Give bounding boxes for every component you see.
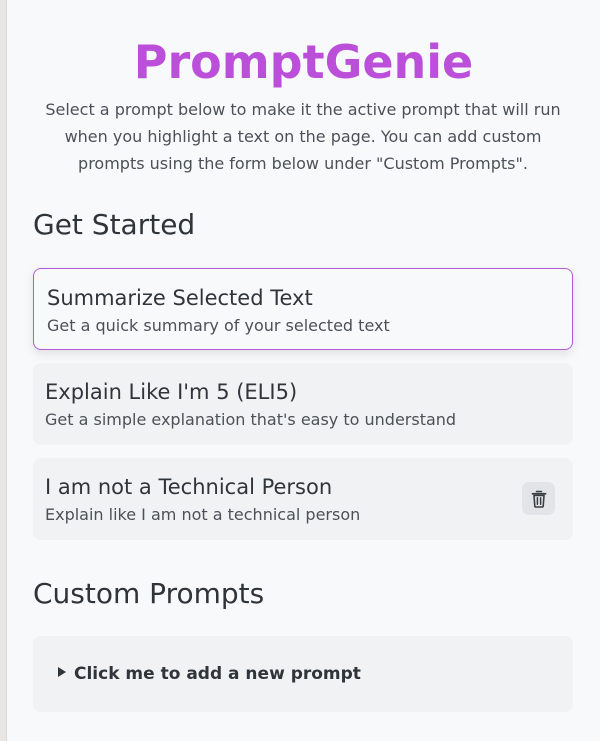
app-title: PromptGenie [133, 35, 474, 89]
prompt-card-not-technical[interactable]: I am not a Technical Person Explain like… [33, 458, 573, 540]
prompt-card-description: Get a quick summary of your selected tex… [47, 316, 390, 335]
add-prompt-label: Click me to add a new prompt [74, 664, 361, 684]
prompt-card-description: Get a simple explanation that's easy to … [45, 410, 457, 429]
prompt-card-title: I am not a Technical Person [45, 475, 333, 499]
add-prompt-toggle[interactable]: Click me to add a new prompt [33, 636, 573, 712]
promptgenie-popup: PromptGenie Select a prompt below to mak… [7, 0, 600, 741]
app-subtitle: Select a prompt below to make it the act… [45, 100, 561, 173]
prompt-card-title: Summarize Selected Text [47, 286, 313, 310]
prompt-card-description: Explain like I am not a technical person [45, 505, 361, 524]
disclosure-triangle-icon [58, 667, 66, 677]
prompt-card-eli5[interactable]: Explain Like I'm 5 (ELI5) Get a simple e… [33, 363, 573, 445]
trash-icon [531, 490, 546, 508]
prompt-card-summarize[interactable]: Summarize Selected Text Get a quick summ… [33, 268, 573, 350]
delete-prompt-button[interactable] [522, 482, 555, 515]
underlying-page-edge [0, 0, 7, 741]
section-heading-custom-prompts: Custom Prompts [33, 577, 265, 610]
section-heading-get-started: Get Started [33, 208, 196, 241]
prompt-card-title: Explain Like I'm 5 (ELI5) [45, 380, 298, 404]
